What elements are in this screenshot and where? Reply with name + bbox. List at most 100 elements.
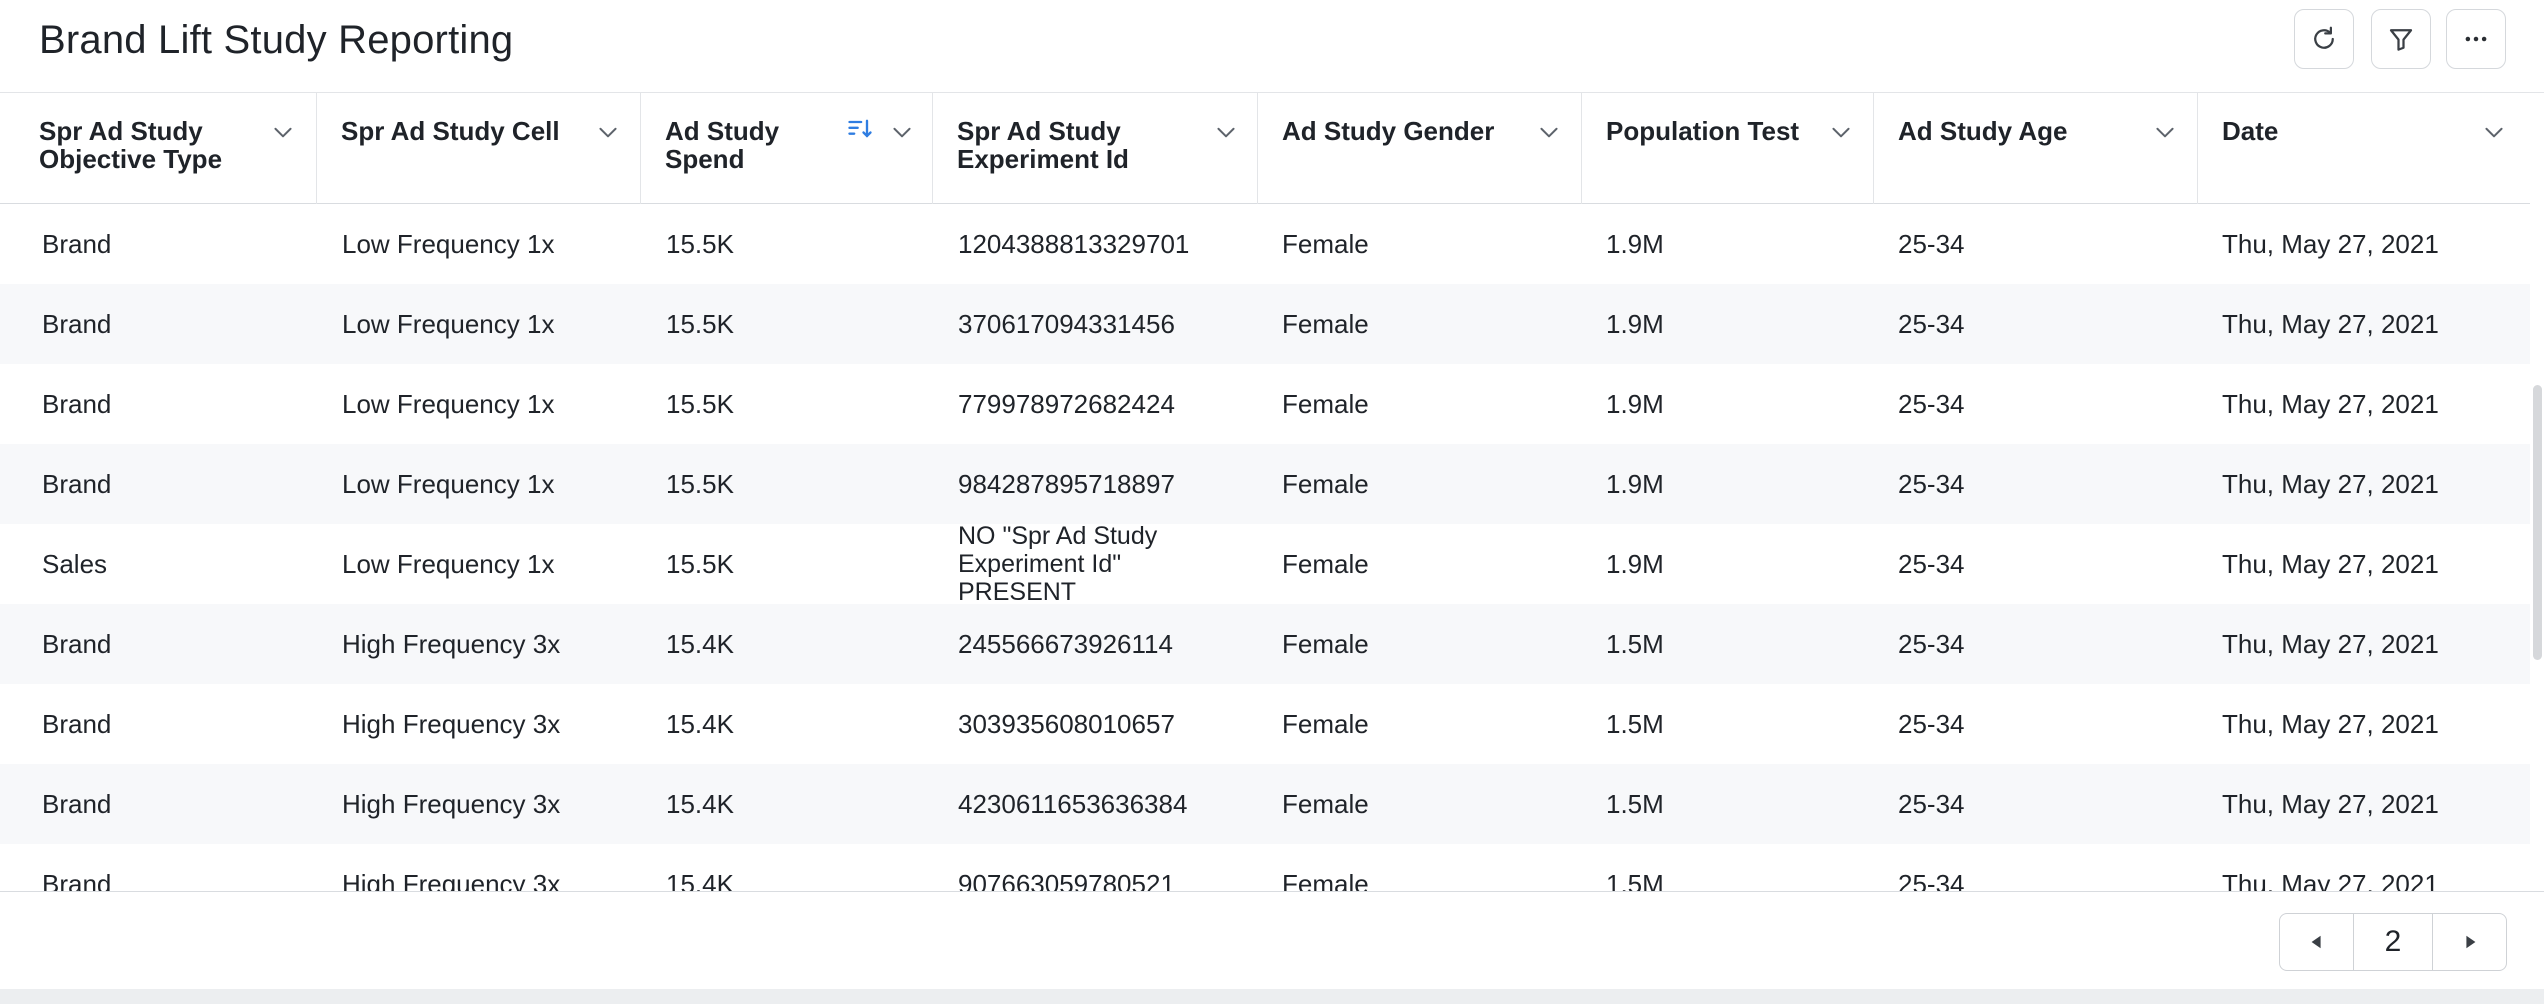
chevron-down-icon[interactable]	[595, 119, 621, 145]
column-header-label: Ad Study Spend	[665, 117, 779, 173]
column-header-label-line-1: Ad Study	[665, 116, 780, 146]
table-cell: 1.5M	[1606, 788, 1664, 819]
chevron-down-icon[interactable]	[2481, 119, 2507, 145]
chevron-down-icon[interactable]	[270, 119, 296, 145]
column-header-label-line-2: Experiment Id	[957, 144, 1129, 174]
table-cell: 25-34	[1898, 388, 1965, 419]
chevron-down-icon[interactable]	[1536, 119, 1562, 145]
table-row[interactable]: Brand High Frequency 3x 15.4K 4230611653636…	[0, 764, 2530, 844]
table-cell: 25-34	[1898, 628, 1965, 659]
column-header-label-line-1: Spr Ad Study	[957, 116, 1121, 146]
table-cell: 1.5M	[1606, 708, 1664, 739]
column-header-5[interactable]: Ad Study Gender	[1258, 93, 1582, 204]
chevron-down-icon[interactable]	[1828, 119, 1854, 145]
table-cell: Brand	[42, 468, 112, 499]
table-row[interactable]: Brand Low Frequency 1x 15.5K 77997897268242…	[0, 364, 2530, 444]
vertical-scrollbar[interactable]	[2533, 385, 2542, 660]
chevron-down-icon[interactable]	[1213, 119, 1239, 145]
refresh-icon	[2314, 26, 2334, 49]
table-cell: Thu, May 27, 2021	[2222, 708, 2439, 739]
column-header-label-line-1: Spr Ad Study Cell	[341, 116, 560, 146]
table-cell: 15.5K	[666, 308, 734, 339]
caret-left-icon	[2311, 935, 2321, 949]
table-cell: Thu, May 27, 2021	[2222, 548, 2439, 579]
table-cell: 370617094331456	[958, 308, 1175, 339]
table-cell: 15.5K	[666, 548, 734, 579]
table-row[interactable]: Brand Low Frequency 1x 15.5K 37061709433145…	[0, 284, 2530, 364]
next-page-button[interactable]	[2433, 914, 2506, 970]
table-cell: 25-34	[1898, 708, 1965, 739]
column-header-label-line-1: Spr Ad Study	[39, 116, 203, 146]
table-cell: 15.5K	[666, 228, 734, 259]
table-cell: Female	[1282, 228, 1369, 259]
table-cell: 779978972682424	[958, 388, 1175, 419]
column-header-label: Spr Ad Study Cell	[341, 117, 560, 145]
table-cell: 15.4K	[666, 788, 734, 819]
table-cell: Thu, May 27, 2021	[2222, 628, 2439, 659]
page-header: Brand Lift Study Reporting	[0, 0, 2544, 93]
column-header-1[interactable]: Spr Ad Study Objective Type	[0, 93, 317, 204]
table-cell: Low Frequency 1x	[342, 228, 555, 259]
table-cell: Low Frequency 1x	[342, 308, 555, 339]
column-header-label-line-1: Ad Study Gender	[1282, 116, 1495, 146]
table-cell: Brand	[42, 308, 112, 339]
table-cell: Brand	[42, 388, 112, 419]
table-cell: Thu, May 27, 2021	[2222, 868, 2439, 892]
table-cell: 15.4K	[666, 868, 734, 892]
table-cell: Low Frequency 1x	[342, 468, 555, 499]
table-cell: Female	[1282, 788, 1369, 819]
table-cell: 1.5M	[1606, 628, 1664, 659]
table-cell: Sales	[42, 548, 108, 579]
table-row[interactable]: Brand Low Frequency 1x 15.5K 98428789571889…	[0, 444, 2530, 524]
previous-page-button[interactable]	[2280, 914, 2353, 970]
table-row[interactable]: Brand High Frequency 3x 15.4K 9076630597805…	[0, 844, 2530, 892]
table-row[interactable]: Brand Low Frequency 1x 15.5K 12043888133297…	[0, 204, 2530, 284]
table-cell: Low Frequency 1x	[342, 388, 555, 419]
table-cell: NO "Spr Ad Study Experiment Id" PRESENT	[958, 522, 1158, 606]
table-cell: Brand	[42, 228, 112, 259]
column-header-4[interactable]: Spr Ad Study Experiment Id	[933, 93, 1258, 204]
chevron-down-icon[interactable]	[2152, 119, 2178, 145]
table-cell: Female	[1282, 308, 1369, 339]
table-row[interactable]: Sales Low Frequency 1x 15.5K NO "Spr Ad Stu…	[0, 522, 2530, 606]
table-header: Spr Ad Study Objective Type Spr Ad Study C…	[0, 93, 2530, 204]
table-cell: 1.9M	[1606, 548, 1664, 579]
column-header-label: Ad Study Gender	[1282, 117, 1494, 145]
filter-icon	[2389, 29, 2413, 51]
caret-right-icon	[2465, 935, 2475, 949]
more-horizontal-icon	[2465, 36, 2487, 42]
table-cell: Brand	[42, 788, 112, 819]
column-header-label: Spr Ad Study Experiment Id	[957, 117, 1129, 173]
column-header-7[interactable]: Ad Study Age	[1874, 93, 2198, 204]
table-cell: Thu, May 27, 2021	[2222, 468, 2439, 499]
column-header-label: Date	[2222, 117, 2278, 145]
column-header-3[interactable]: Ad Study Spend	[641, 93, 933, 204]
column-header-2[interactable]: Spr Ad Study Cell	[317, 93, 641, 204]
column-header-label-line-1: Date	[2222, 116, 2279, 146]
sort-descending-icon[interactable]	[846, 115, 874, 143]
column-header-8[interactable]: Date	[2198, 93, 2530, 204]
column-header-label-line-1: Ad Study Age	[1898, 116, 2068, 146]
data-table: Spr Ad Study Objective Type Spr Ad Study C…	[0, 93, 2530, 891]
chevron-down-icon[interactable]	[889, 119, 915, 145]
table-cell: Female	[1282, 548, 1369, 579]
table-cell: 25-34	[1898, 308, 1965, 339]
table-row[interactable]: Brand High Frequency 3x 15.4K 2455666739261…	[0, 604, 2530, 684]
table-cell: Brand	[42, 708, 112, 739]
pagination: 2	[2279, 913, 2507, 971]
table-cell: 25-34	[1898, 468, 1965, 499]
more-options-button[interactable]	[2446, 9, 2506, 69]
page-title: Brand Lift Study Reporting	[39, 18, 514, 62]
table-cell: 15.5K	[666, 388, 734, 419]
column-header-6[interactable]: Population Test	[1582, 93, 1874, 204]
table-footer: 2	[0, 891, 2544, 989]
filter-button[interactable]	[2371, 9, 2431, 69]
table-row[interactable]: Brand High Frequency 3x 15.4K 3039356080106…	[0, 684, 2530, 764]
table-cell: Brand	[42, 628, 112, 659]
refresh-button[interactable]	[2294, 9, 2354, 69]
table-cell: 1.9M	[1606, 308, 1664, 339]
table-cell: Thu, May 27, 2021	[2222, 388, 2439, 419]
table-cell: 984287895718897	[958, 468, 1175, 499]
page-bottom-band	[0, 989, 2544, 1004]
column-header-label-line-2: Objective Type	[39, 144, 223, 174]
